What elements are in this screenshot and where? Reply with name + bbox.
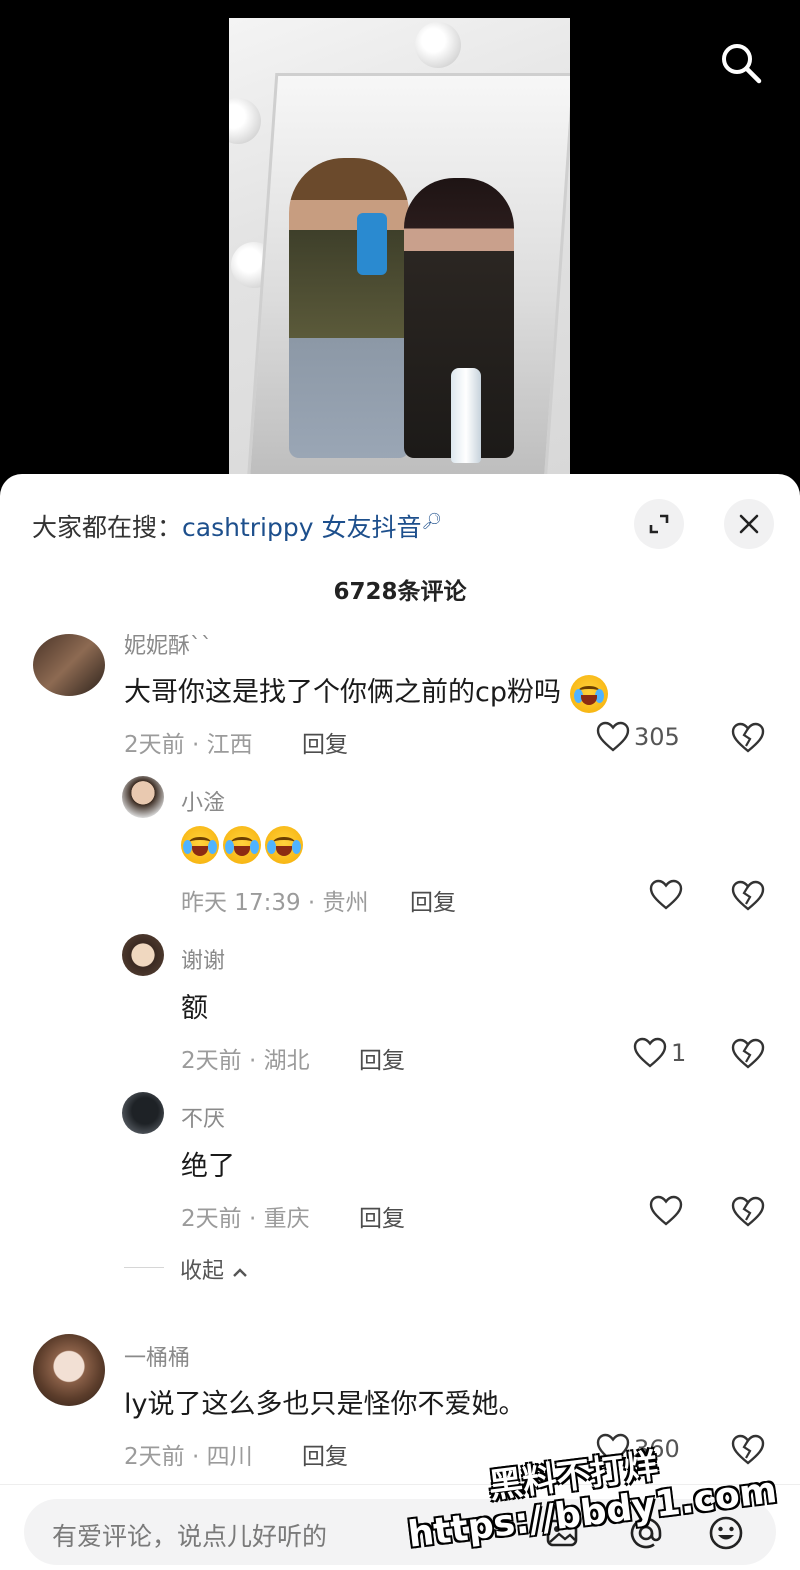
like-button[interactable]: 305: [596, 721, 680, 753]
close-button[interactable]: [724, 499, 774, 549]
comment-username[interactable]: 妮妮酥``: [124, 628, 212, 660]
emoji-icon: [709, 1516, 743, 1550]
expand-button[interactable]: [634, 499, 684, 549]
comment-text: ly说了这么多也只是怪你不爱她。: [124, 1389, 526, 1420]
hot-search-bar[interactable]: 大家都在搜：cashtrippy 女友抖音🔎︎: [32, 508, 442, 544]
like-button[interactable]: [649, 1195, 683, 1227]
reply-button[interactable]: 回复: [410, 883, 456, 917]
heart-icon: [633, 1037, 667, 1068]
comment-meta: 2天前 · 重庆: [181, 1206, 310, 1232]
avatar[interactable]: [33, 1334, 105, 1406]
image-icon: [546, 1519, 578, 1547]
pleading-emoji-icon: [569, 674, 608, 713]
search-icon: [722, 44, 762, 84]
video-frame: [229, 18, 570, 480]
crying-emoji-icon: [265, 826, 303, 864]
dislike-button[interactable]: [731, 1196, 765, 1232]
like-count: 305: [634, 723, 680, 751]
avatar[interactable]: [33, 634, 105, 696]
hot-search-keyword[interactable]: cashtrippy 女友抖音: [182, 513, 421, 542]
reply-button[interactable]: 回复: [359, 1041, 405, 1075]
person-figure: [289, 158, 409, 458]
comment-text: 额: [181, 993, 208, 1024]
phone: [357, 213, 387, 275]
dislike-button[interactable]: [731, 880, 765, 916]
emoji-button[interactable]: [706, 1513, 746, 1553]
comment-meta: 2天前 · 江西: [124, 732, 253, 758]
comment-text: 大哥你这是找了个你俩之前的cp粉吗: [124, 670, 608, 713]
light-bulb: [415, 22, 461, 68]
comment-text-content: 大哥你这是找了个你俩之前的cp粉吗: [124, 677, 561, 708]
broken-heart-icon: [731, 1434, 765, 1465]
comment-username[interactable]: 不厌: [181, 1101, 225, 1133]
comment-text: 绝了: [181, 1151, 235, 1182]
comment-count: 6728条评论: [333, 579, 467, 605]
collapse-replies-button[interactable]: 收起: [180, 1253, 249, 1285]
like-count: 1: [671, 1039, 687, 1067]
water-bottle: [451, 368, 481, 463]
search-button[interactable]: [716, 38, 766, 88]
reply-button[interactable]: 回复: [302, 725, 348, 759]
dislike-button[interactable]: [731, 1038, 765, 1074]
like-button[interactable]: 360: [596, 1433, 680, 1465]
heart-icon: [596, 1433, 630, 1464]
collapse-label: 收起: [180, 1259, 225, 1284]
dislike-button[interactable]: [731, 722, 765, 758]
heart-icon: [649, 879, 683, 910]
reply-button[interactable]: 回复: [302, 1437, 348, 1471]
heart-icon: [649, 1195, 683, 1226]
avatar[interactable]: [122, 776, 164, 818]
video-area[interactable]: [0, 0, 800, 480]
expand-icon: [649, 514, 669, 534]
collapse-divider: [124, 1267, 164, 1268]
comment-input-placeholder: 有爱评论，说点儿好听的: [52, 1522, 328, 1551]
comment-sheet: 大家都在搜：cashtrippy 女友抖音🔎︎ 6728条评论 妮妮酥`` 大哥…: [0, 474, 800, 1570]
crying-emoji-icon: [223, 826, 261, 864]
comment-input[interactable]: 有爱评论，说点儿好听的: [24, 1499, 776, 1565]
heart-icon: [596, 721, 630, 752]
mention-button[interactable]: [626, 1513, 666, 1553]
chevron-up-icon: [233, 1268, 247, 1277]
avatar[interactable]: [122, 934, 164, 976]
broken-heart-icon: [731, 722, 765, 753]
crying-emoji-icon: [181, 826, 219, 864]
like-button[interactable]: 1: [633, 1037, 686, 1069]
close-icon: [739, 514, 759, 534]
light-bulb: [229, 98, 261, 144]
reply-button[interactable]: 回复: [359, 1199, 405, 1233]
comment-meta: 2天前 · 四川: [124, 1444, 253, 1470]
avatar[interactable]: [122, 1092, 164, 1134]
comment-username[interactable]: 小淦: [181, 785, 225, 817]
at-icon: [630, 1517, 662, 1549]
comment-meta: 2天前 · 湖北: [181, 1048, 310, 1074]
dislike-button[interactable]: [731, 1434, 765, 1470]
comment-text: [181, 826, 303, 864]
comment-input-bar: 有爱评论，说点儿好听的: [0, 1484, 800, 1570]
search-icon: 🔎︎: [421, 511, 442, 531]
like-button[interactable]: [649, 879, 683, 911]
hot-search-prefix: 大家都在搜：: [32, 513, 183, 542]
image-button[interactable]: [542, 1513, 582, 1553]
broken-heart-icon: [731, 1038, 765, 1069]
comment-username[interactable]: 一桶桶: [124, 1340, 190, 1372]
like-count: 360: [634, 1435, 680, 1463]
comment-meta: 昨天 17:39 · 贵州: [181, 890, 369, 916]
broken-heart-icon: [731, 1196, 765, 1227]
broken-heart-icon: [731, 880, 765, 911]
comment-username[interactable]: 谢谢: [181, 943, 225, 975]
